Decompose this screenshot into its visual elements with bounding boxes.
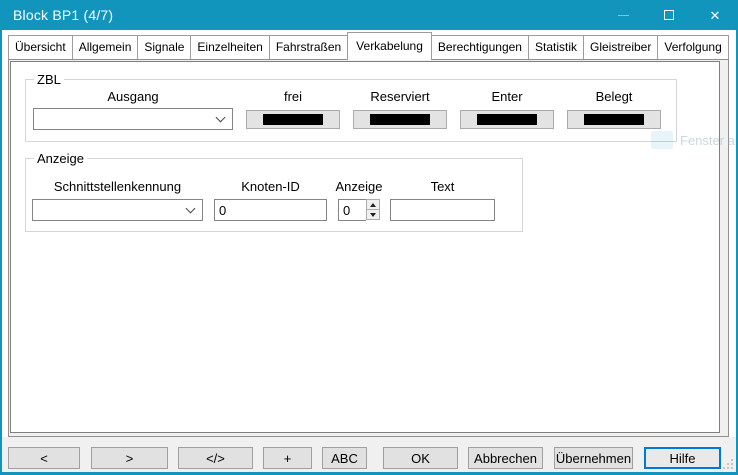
enter-color-value — [477, 114, 537, 125]
knoten-id-input[interactable] — [214, 199, 327, 221]
spinner-down-icon — [370, 213, 376, 217]
dialog-window: Block BP1 (4/7) ✕ Übersicht Allgemein Si… — [0, 0, 738, 475]
footer-bar: < > </> + ABC OK Abbrechen Übernehmen Hi… — [0, 437, 738, 475]
caption-buttons: ✕ — [600, 0, 738, 30]
schnittstellenkennung-label: Schnittstellenkennung — [32, 179, 203, 194]
tab-gleistreiber[interactable]: Gleistreiber — [583, 35, 658, 59]
tab-verkabelung[interactable]: Verkabelung — [347, 32, 432, 60]
tab-statistik[interactable]: Statistik — [528, 35, 584, 59]
belegt-label: Belegt — [567, 89, 661, 104]
abbrechen-button[interactable]: Abbrechen — [468, 447, 543, 469]
tab-signale[interactable]: Signale — [137, 35, 191, 59]
uebernehmen-button[interactable]: Übernehmen — [554, 447, 633, 469]
knoten-id-label: Knoten-ID — [214, 179, 327, 194]
schnittstellenkennung-combobox[interactable] — [32, 199, 203, 221]
reserviert-color-swatch[interactable] — [353, 110, 447, 129]
belegt-color-swatch[interactable] — [567, 110, 661, 129]
chevron-down-icon — [216, 112, 226, 122]
spinner-down-button[interactable] — [366, 209, 380, 220]
minimize-button[interactable] — [600, 0, 646, 30]
chevron-down-icon — [186, 203, 196, 213]
tab-uebersicht[interactable]: Übersicht — [8, 35, 73, 59]
tab-row: Übersicht Allgemein Signale Einzelheiten… — [8, 31, 728, 59]
prev-button[interactable]: < — [8, 447, 80, 469]
frei-label: frei — [246, 89, 340, 104]
hilfe-button[interactable]: Hilfe — [644, 447, 721, 469]
window-title: Block BP1 (4/7) — [0, 7, 113, 23]
minimize-icon — [618, 15, 629, 16]
abc-button[interactable]: ABC — [322, 447, 367, 469]
titlebar: Block BP1 (4/7) ✕ — [0, 0, 738, 30]
enter-color-swatch[interactable] — [460, 110, 554, 129]
add-button[interactable]: + — [263, 447, 312, 469]
close-button[interactable]: ✕ — [692, 0, 738, 30]
code-toggle-button[interactable]: </> — [178, 447, 253, 469]
frei-color-value — [263, 114, 323, 125]
zbl-legend: ZBL — [34, 72, 64, 87]
belegt-color-value — [584, 114, 644, 125]
ok-button[interactable]: OK — [383, 447, 458, 469]
anzeige-spinner-buttons — [366, 199, 380, 221]
anzeige-legend: Anzeige — [34, 151, 87, 166]
anzeige-spinner-input[interactable] — [338, 199, 366, 221]
ausgang-combobox[interactable] — [33, 108, 233, 130]
next-button[interactable]: > — [91, 447, 168, 469]
frei-color-swatch[interactable] — [246, 110, 340, 129]
maximize-icon — [664, 10, 674, 20]
close-icon: ✕ — [710, 9, 721, 22]
spinner-up-icon — [370, 203, 376, 207]
maximize-button[interactable] — [646, 0, 692, 30]
anzeige-spinner — [338, 199, 380, 221]
tab-verfolgung[interactable]: Verfolgung — [657, 35, 728, 59]
enter-label: Enter — [460, 89, 554, 104]
resize-grip[interactable] — [731, 467, 733, 469]
tab-einzelheiten[interactable]: Einzelheiten — [190, 35, 269, 59]
text-label: Text — [390, 179, 495, 194]
anzeige-label: Anzeige — [332, 179, 386, 194]
reserviert-color-value — [370, 114, 430, 125]
reserviert-label: Reserviert — [353, 89, 447, 104]
ausgang-label: Ausgang — [33, 89, 233, 104]
tab-berechtigungen[interactable]: Berechtigungen — [431, 35, 529, 59]
tab-allgemein[interactable]: Allgemein — [72, 35, 139, 59]
window-border-left — [0, 0, 2, 475]
text-input[interactable] — [390, 199, 495, 221]
tab-fahrstrassen[interactable]: Fahrstraßen — [269, 35, 348, 59]
